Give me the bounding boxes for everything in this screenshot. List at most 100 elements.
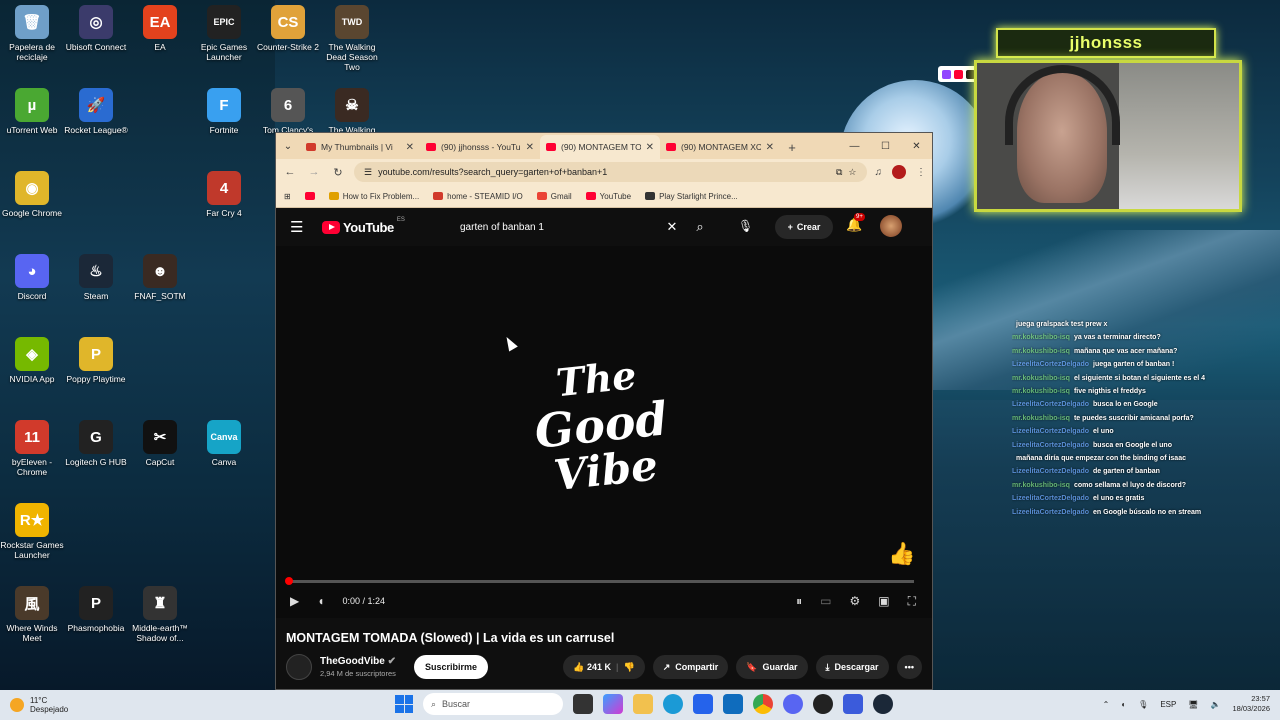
clear-search-icon[interactable]: ✕	[659, 219, 685, 235]
video-player[interactable]: The Good Vibe 👍 ▶ ◖ 0:00 / 1:24 ⏸ ▭ ⚙ ▣ …	[276, 246, 932, 618]
desktop-icon[interactable]: F Fortnite	[192, 88, 256, 135]
network-icon[interactable]: 🖥	[1188, 700, 1198, 709]
desktop-icon[interactable]: ☠ The Walking	[320, 88, 384, 135]
desktop-icon[interactable]: P Poppy Playtime	[64, 337, 128, 384]
search-icon[interactable]: ⌕	[685, 219, 715, 235]
tab-close-icon[interactable]: ✕	[646, 142, 654, 153]
subscribe-button[interactable]: Suscribirme	[414, 655, 489, 679]
channel-avatar[interactable]	[286, 654, 312, 680]
maximize-icon[interactable]: ☐	[870, 133, 901, 159]
tray-overflow-icon[interactable]: ⌃	[1103, 700, 1110, 709]
tray-app-icon[interactable]: ◐	[1121, 700, 1126, 709]
close-icon[interactable]: ✕	[901, 133, 932, 159]
edge-icon[interactable]	[663, 694, 683, 714]
bookmark-item[interactable]: Play Starlight Prince...	[645, 192, 738, 201]
tab-close-icon[interactable]: ✕	[526, 142, 534, 153]
create-button[interactable]: + Crear	[775, 215, 833, 239]
notifications-bell-icon[interactable]: 🔔 9+	[846, 213, 865, 233]
desktop-icon[interactable]: 6 Tom Clancy's	[256, 88, 320, 135]
desktop-icon[interactable]: ◉ Google Chrome	[0, 171, 64, 218]
desktop-icon[interactable]: 11 byEleven - Chrome	[0, 420, 64, 477]
youtube-logo[interactable]: YouTube ES	[322, 217, 405, 235]
miniplayer-icon[interactable]: ▣	[878, 594, 889, 608]
install-icon[interactable]: ⧉	[836, 167, 842, 178]
tab-search-button[interactable]: ⌄	[276, 133, 300, 159]
desktop-icon[interactable]: 4 Far Cry 4	[192, 171, 256, 218]
download-button[interactable]: ⤓ Descargar	[815, 655, 889, 679]
desktop-icon[interactable]: 風 Where Winds Meet	[0, 586, 64, 643]
omnibox[interactable]: ☰ youtube.com/results?search_query=garte…	[354, 162, 867, 182]
language-indicator[interactable]: ESP	[1160, 700, 1176, 709]
reload-icon[interactable]: ↻	[330, 166, 346, 179]
settings-gear-icon[interactable]: ⚙	[849, 594, 860, 608]
desktop-icon[interactable]: EA EA	[128, 5, 192, 52]
play-icon[interactable]: ▶	[290, 594, 299, 608]
weather-widget[interactable]: 11°C Despejado	[0, 696, 200, 714]
progress-bar[interactable]	[285, 577, 914, 585]
steam-taskbar-icon[interactable]	[873, 694, 893, 714]
volume-icon[interactable]: ◖	[317, 594, 324, 608]
voice-search-icon[interactable]: 🎙	[738, 219, 753, 233]
tab-close-icon[interactable]: ✕	[766, 142, 774, 153]
save-button[interactable]: 🔖 Guardar	[736, 655, 808, 679]
tray-mic-icon[interactable]: 🎙	[1138, 700, 1148, 709]
browser-tab[interactable]: (90) jjhonsss - YouTu ✕	[420, 135, 540, 159]
progress-scrubber[interactable]	[285, 577, 293, 585]
windows-start-icon[interactable]	[395, 695, 413, 713]
url-text[interactable]: youtube.com/results?search_query=garten+…	[378, 167, 830, 177]
desktop-icon[interactable]: ♨ Steam	[64, 254, 128, 301]
tab-close-icon[interactable]: ✕	[406, 142, 414, 153]
clock[interactable]: 23:57 18/03/2026	[1232, 694, 1270, 714]
desktop-icon[interactable]: ☻ FNAF_SOTM	[128, 254, 192, 301]
desktop-icon[interactable]: EPIC Epic Games Launcher	[192, 5, 256, 62]
store-icon[interactable]	[693, 694, 713, 714]
bookmark-item[interactable]: Gmail	[536, 192, 572, 201]
menu-kebab-icon[interactable]: ⋮	[916, 167, 926, 178]
desktop-icon[interactable]: ◎ Ubisoft Connect	[64, 5, 128, 52]
bookmark-item[interactable]: How to Fix Problem...	[328, 192, 419, 201]
like-button[interactable]: 👍 241 K	[573, 662, 611, 673]
more-actions-button[interactable]: •••	[896, 655, 922, 679]
desktop-icon[interactable]: P Phasmophobia	[64, 586, 128, 633]
profile-avatar[interactable]	[892, 165, 906, 179]
desktop-icon[interactable]: TWD The Walking Dead Season Two	[320, 5, 384, 72]
apps-grid-icon[interactable]: ⊞	[284, 192, 291, 201]
app-taskbar-icon[interactable]	[843, 694, 863, 714]
desktop-icon[interactable]: ♜ Middle-earth™ Shadow of...	[128, 586, 192, 643]
taskbar-search[interactable]: ⌕ Buscar	[423, 693, 563, 715]
youtube-search-box[interactable]: garten of banban 1 ✕ ⌕	[450, 215, 715, 239]
desktop-icon[interactable]: R★ Rockstar Games Launcher	[0, 503, 64, 560]
new-tab-button[interactable]: +	[780, 135, 804, 159]
desktop-icon[interactable]: CS Counter-Strike 2	[256, 5, 320, 52]
obs-taskbar-icon[interactable]	[813, 694, 833, 714]
browser-tab[interactable]: My Thumbnails | Vi ✕	[300, 135, 420, 159]
desktop-icon[interactable]: Canva Canva	[192, 420, 256, 467]
desktop-icon[interactable]: ✂ CapCut	[128, 420, 192, 467]
chrome-taskbar-icon[interactable]	[753, 694, 773, 714]
file-explorer-icon[interactable]	[633, 694, 653, 714]
site-info-icon[interactable]: ☰	[364, 167, 372, 178]
back-icon[interactable]: ←	[282, 166, 298, 178]
share-button[interactable]: ↗ Compartir	[652, 655, 729, 679]
subtitles-icon[interactable]: ▭	[820, 594, 831, 608]
desktop-icon[interactable]: ◕ Discord	[0, 254, 64, 301]
autoplay-toggle-icon[interactable]: ⏸	[796, 594, 802, 609]
discord-taskbar-icon[interactable]	[783, 694, 803, 714]
task-view-icon[interactable]	[573, 694, 593, 714]
channel-name[interactable]: TheGoodVibe ✔	[320, 656, 396, 667]
dislike-icon[interactable]: 👎	[624, 662, 635, 673]
search-input[interactable]: garten of banban 1	[460, 222, 659, 233]
media-icon[interactable]: ♫	[875, 167, 883, 178]
bookmark-star-icon[interactable]: ☆	[848, 167, 856, 178]
bookmark-item[interactable]: home - STEAMID I/O	[433, 192, 523, 201]
account-avatar[interactable]	[880, 215, 902, 237]
forward-icon[interactable]: →	[306, 166, 322, 178]
desktop-icon[interactable]: G Logitech G HUB	[64, 420, 128, 467]
desktop-icon[interactable]: ◈ NVIDIA App	[0, 337, 64, 384]
desktop-icon[interactable]: µ uTorrent Web	[0, 88, 64, 135]
bookmark-item[interactable]	[304, 192, 315, 200]
outlook-icon[interactable]	[723, 694, 743, 714]
copilot-icon[interactable]	[603, 694, 623, 714]
guide-menu-icon[interactable]: ☰	[290, 218, 310, 236]
bookmark-item[interactable]: YouTube	[585, 192, 631, 201]
